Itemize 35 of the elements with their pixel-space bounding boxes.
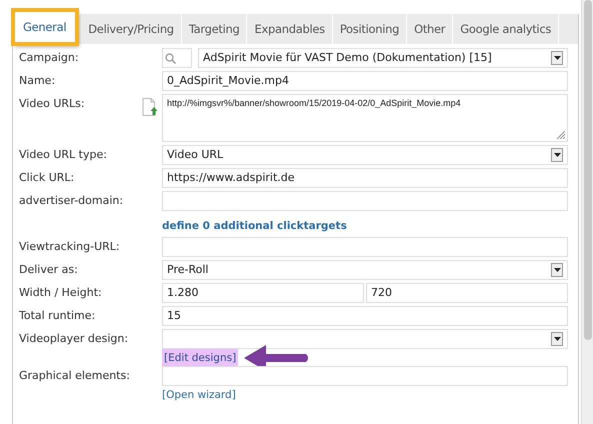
search-icon <box>165 52 176 64</box>
link[interactable]: [Open wizard] <box>162 387 236 403</box>
text-field[interactable]: https://www.adspirit.de <box>162 168 568 188</box>
field-label: Videoplayer design: <box>19 331 130 347</box>
field-label: advertiser-domain: <box>19 193 124 209</box>
dropdown-select[interactable] <box>162 329 568 349</box>
clicktargets-link[interactable]: define 0 additional clicktargets <box>162 220 347 232</box>
text-field[interactable] <box>162 237 568 257</box>
dimension-field[interactable]: 1.280 <box>162 283 364 303</box>
dropdown-select[interactable]: Video URL <box>162 145 568 165</box>
dropdown-select[interactable]: Pre-Roll <box>162 260 568 280</box>
field-label: Viewtracking-URL: <box>19 239 121 255</box>
text-field[interactable] <box>162 191 568 211</box>
field-label: Campaign: <box>19 50 80 66</box>
scrollbar[interactable] <box>581 0 593 424</box>
field-label: Graphical elements: <box>19 368 131 384</box>
scrollbar-thumb[interactable] <box>584 0 592 340</box>
video-urls-textarea[interactable]: http://%imgsvr%/banner/showroom/15/2019-04-02/0_AdSpirit_Movie.mp4 <box>162 94 568 142</box>
text-field[interactable]: 0_AdSpirit_Movie.mp4 <box>162 71 568 91</box>
field-label: Deliver as: <box>19 262 79 278</box>
resize-grip-icon <box>557 131 566 139</box>
search-field[interactable] <box>162 48 192 68</box>
field-label: Width / Height: <box>19 285 103 301</box>
dimension-field[interactable]: 720 <box>366 283 568 303</box>
field-label: Video URL type: <box>19 147 108 163</box>
tab[interactable]: General <box>13 10 78 44</box>
field-label: Name: <box>19 73 56 89</box>
field-label: Total runtime: <box>19 308 96 324</box>
link[interactable]: [Edit designs] <box>162 349 238 367</box>
text-field[interactable] <box>162 366 568 386</box>
field-label: Click URL: <box>19 170 76 186</box>
text-field[interactable]: 15 <box>162 306 568 326</box>
campaign-select[interactable]: AdSpirit Movie für VAST Demo (Dokumentation) [15] <box>198 48 568 68</box>
file-upload-icon[interactable] <box>142 98 158 116</box>
field-label: Video URLs: <box>19 96 86 112</box>
